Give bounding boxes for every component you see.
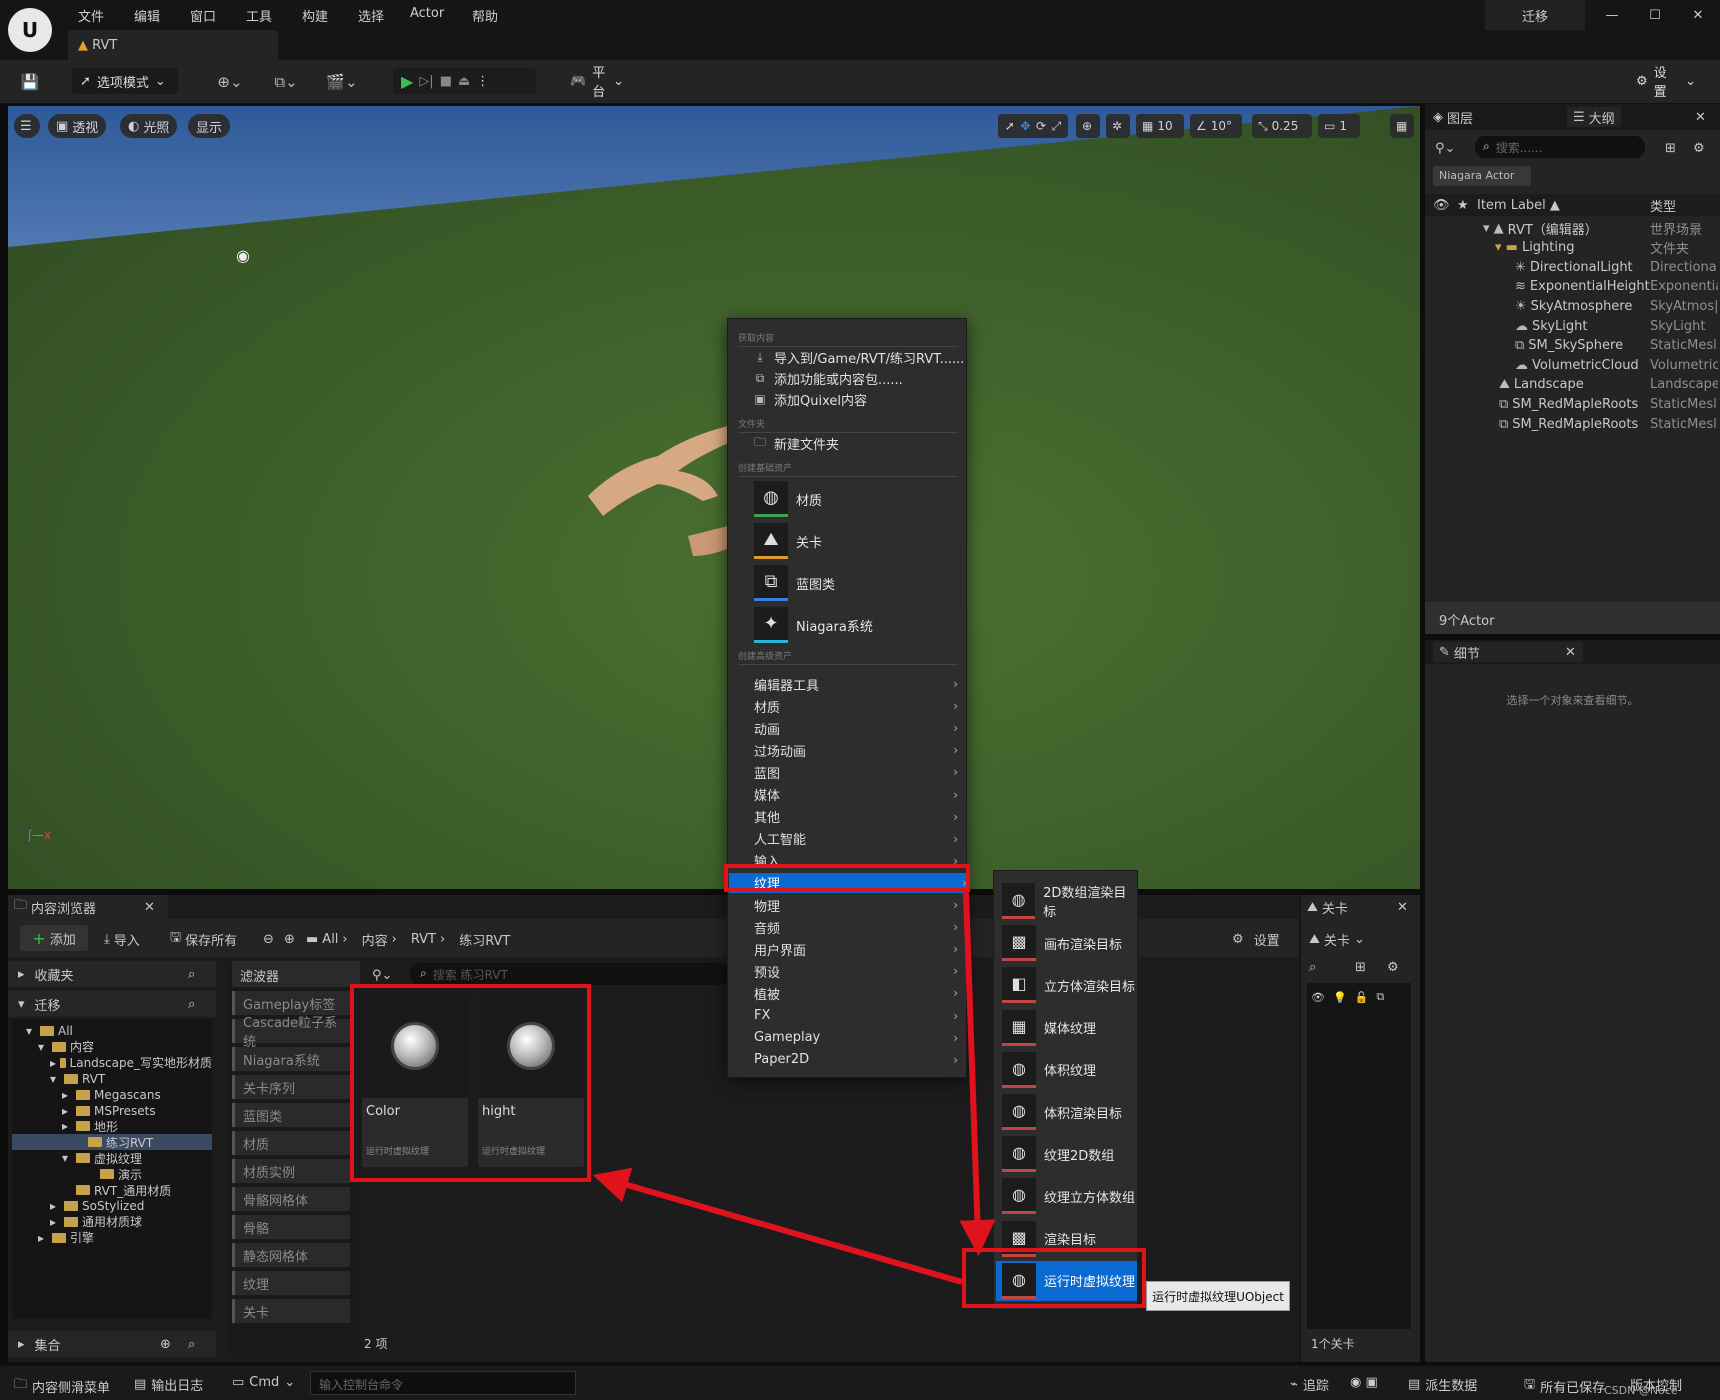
- drawer-icon: 🗀: [14, 1377, 28, 1392]
- trace-icon: ⌁: [1290, 1377, 1298, 1392]
- saved-status[interactable]: 🖫 所有已保存: [1524, 1375, 1605, 1397]
- arrow-left: [592, 1167, 963, 1285]
- content-drawer-button[interactable]: 🗀 内容侧滑菜单: [14, 1375, 110, 1397]
- trace-button[interactable]: ⌁ 追踪: [1290, 1375, 1329, 1394]
- save-icon: 🖫: [1524, 1377, 1536, 1392]
- annotation-arrows: [592, 891, 996, 1285]
- cmd-dropdown[interactable]: ▭ Cmd ⌄: [232, 1375, 295, 1390]
- status-bar: 🗀 内容侧滑菜单 ▤ 输出日志 ▭ Cmd ⌄ 输入控制台命令 ⌁ 追踪 ◉ ▣ ▤ 派生数…: [0, 1365, 1720, 1400]
- derived-label: 派生数据: [1425, 1379, 1478, 1394]
- arrow-down: [959, 891, 996, 1256]
- drawer-label: 内容侧滑菜单: [32, 1380, 111, 1396]
- record-icon[interactable]: ◉ ▣: [1350, 1375, 1378, 1390]
- output-log-button[interactable]: ▤ 输出日志: [134, 1375, 203, 1394]
- cmd-label: Cmd: [249, 1375, 280, 1390]
- trace-label: 追踪: [1302, 1379, 1329, 1394]
- console-input[interactable]: 输入控制台命令: [310, 1371, 576, 1395]
- watermark: CSDN @Noce: [1604, 1384, 1678, 1397]
- database-icon: ▤: [1408, 1377, 1421, 1392]
- chevron-down-icon: ⌄: [284, 1375, 296, 1390]
- derived-data-button[interactable]: ▤ 派生数据: [1408, 1375, 1477, 1394]
- log-icon: ▤: [134, 1377, 147, 1392]
- output-log-label: 输出日志: [151, 1379, 204, 1394]
- terminal-icon: ▭: [232, 1375, 245, 1390]
- saved-label: 所有已保存: [1540, 1380, 1606, 1396]
